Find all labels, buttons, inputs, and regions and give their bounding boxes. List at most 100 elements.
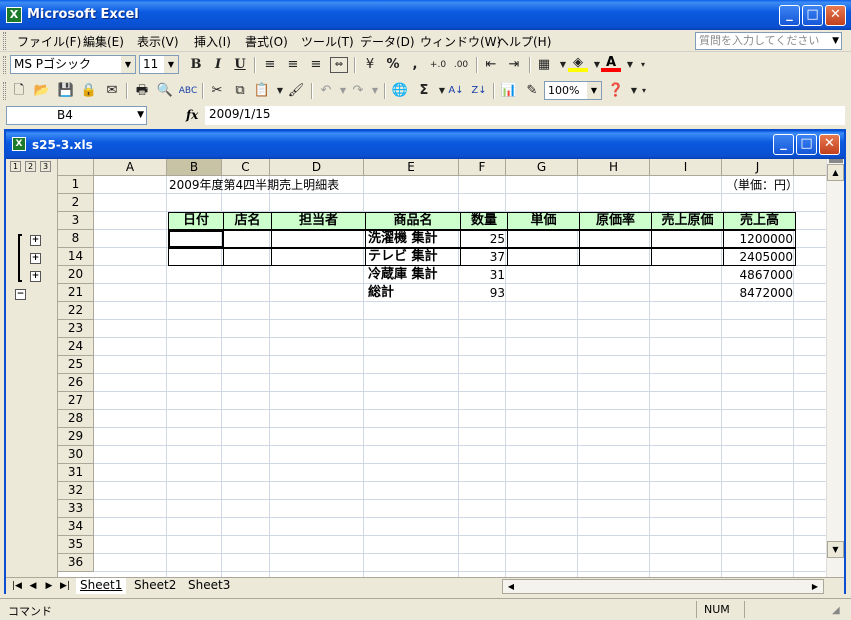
resize-grip-icon[interactable]: ◢ <box>832 605 840 616</box>
menu-view[interactable]: 表示(V) <box>134 33 182 50</box>
column-header-extra[interactable] <box>794 159 826 176</box>
column-header-c[interactable]: C <box>222 159 270 176</box>
table-cell[interactable] <box>579 230 652 248</box>
header-store[interactable]: 店名 <box>223 212 272 230</box>
summary-sales-fridge[interactable]: 4867000 <box>724 266 795 284</box>
menu-file[interactable]: ファイル(F) <box>14 33 84 50</box>
table-cell[interactable] <box>223 248 272 266</box>
drawing-icon[interactable]: ✎ <box>522 82 542 100</box>
scroll-left-icon[interactable]: ◀ <box>505 580 517 593</box>
font-color-button[interactable]: A <box>601 56 621 72</box>
summary-sales-total[interactable]: 8472000 <box>724 284 795 302</box>
align-left-icon[interactable]: ≡ <box>260 56 280 74</box>
workbook-restore-button[interactable]: □ <box>796 134 817 155</box>
save-icon[interactable]: 💾 <box>56 82 76 100</box>
expand-icon[interactable]: + <box>30 271 41 282</box>
sort-ascending-icon[interactable]: A↓ <box>446 82 466 100</box>
underline-button[interactable]: U <box>230 56 250 74</box>
row-header-31[interactable]: 31 <box>58 464 94 482</box>
sheet-tab-sheet3[interactable]: Sheet3 <box>184 578 234 594</box>
format-painter-icon[interactable]: 🖌 <box>286 82 306 100</box>
menu-data[interactable]: データ(D) <box>357 33 418 50</box>
sheet-tab-sheet2[interactable]: Sheet2 <box>130 578 180 594</box>
close-button[interactable]: ✕ <box>825 5 846 26</box>
menu-format[interactable]: 書式(O) <box>242 33 291 50</box>
copy-icon[interactable]: ⧉ <box>230 82 250 100</box>
row-header-3[interactable]: 3 <box>58 212 94 230</box>
row-header-1[interactable]: 1 <box>58 176 94 194</box>
toolbar-grip[interactable] <box>3 56 6 74</box>
menu-tools[interactable]: ツール(T) <box>298 33 357 50</box>
toolbar-grip[interactable] <box>3 82 6 100</box>
summary-name-fridge[interactable]: 冷蔵庫 集計 <box>366 266 440 284</box>
row-header-2[interactable]: 2 <box>58 194 94 212</box>
row-header-23[interactable]: 23 <box>58 320 94 338</box>
insert-function-button[interactable]: fx <box>186 108 198 122</box>
workbook-icon[interactable]: X <box>12 137 26 151</box>
column-header-a[interactable]: A <box>94 159 167 176</box>
paste-icon[interactable]: 📋 <box>252 82 272 100</box>
merge-center-icon[interactable]: ⇔ <box>330 57 348 73</box>
summary-qty-washer[interactable]: 25 <box>461 230 507 248</box>
minimize-button[interactable]: _ <box>779 5 800 26</box>
formula-input[interactable]: 2009/1/15 <box>205 106 845 125</box>
row-header-21[interactable]: 21 <box>58 284 94 302</box>
scroll-down-icon[interactable]: ▼ <box>827 541 844 558</box>
horizontal-scrollbar[interactable]: ◀ ▶ <box>502 579 824 594</box>
column-header-i[interactable]: I <box>650 159 722 176</box>
row-header-25[interactable]: 25 <box>58 356 94 374</box>
workbook-minimize-button[interactable]: _ <box>773 134 794 155</box>
permission-icon[interactable]: 🔒 <box>79 82 99 100</box>
table-cell[interactable] <box>168 248 224 266</box>
font-size-select[interactable]: 11 ▼ <box>139 55 179 74</box>
report-title-cell[interactable]: 2009年度第4四半期売上明細表 <box>167 176 341 194</box>
active-cell-b4[interactable] <box>168 230 224 248</box>
align-right-icon[interactable]: ≡ <box>306 56 326 74</box>
row-header-22[interactable]: 22 <box>58 302 94 320</box>
unit-note-cell[interactable]: （単価：円） <box>724 176 798 194</box>
scroll-right-icon[interactable]: ▶ <box>809 580 821 593</box>
increase-decimal-icon[interactable]: +.0 <box>428 56 448 74</box>
name-box[interactable]: B4 ▼ <box>6 106 147 125</box>
menu-window[interactable]: ウィンドウ(W) <box>417 33 504 50</box>
chart-wizard-icon[interactable]: 📊 <box>499 82 519 100</box>
workbook-close-button[interactable]: ✕ <box>819 134 840 155</box>
toolbar-options-icon[interactable]: ▾ <box>633 56 653 74</box>
header-product[interactable]: 商品名 <box>365 212 461 230</box>
outline-level-2-button[interactable]: 2 <box>25 161 36 172</box>
row-header-35[interactable]: 35 <box>58 536 94 554</box>
sort-descending-icon[interactable]: Z↓ <box>469 82 489 100</box>
menu-insert[interactable]: 挿入(I) <box>191 33 234 50</box>
table-cell[interactable] <box>579 248 652 266</box>
outline-level-1-button[interactable]: 1 <box>10 161 21 172</box>
help-search-input[interactable]: 質問を入力してください ▼ <box>695 32 842 50</box>
column-header-f[interactable]: F <box>459 159 506 176</box>
outline-level-3-button[interactable]: 3 <box>40 161 51 172</box>
row-header-27[interactable]: 27 <box>58 392 94 410</box>
summary-sales-washer[interactable]: 1200000 <box>724 230 795 248</box>
chevron-down-icon[interactable]: ▼ <box>832 33 839 49</box>
prev-sheet-icon[interactable]: ◀ <box>26 579 40 593</box>
open-folder-icon[interactable]: 📂 <box>32 82 52 100</box>
table-cell[interactable] <box>271 230 366 248</box>
menu-edit[interactable]: 編集(E) <box>80 33 127 50</box>
sheet-tab-sheet1[interactable]: Sheet1 <box>76 578 127 594</box>
column-header-h[interactable]: H <box>578 159 650 176</box>
vertical-scrollbar[interactable]: ▲ ▼ <box>826 159 844 577</box>
header-sales[interactable]: 売上高 <box>723 212 796 230</box>
header-quantity[interactable]: 数量 <box>460 212 508 230</box>
maximize-button[interactable]: □ <box>802 5 823 26</box>
menu-help[interactable]: ヘルプ(H) <box>494 33 554 50</box>
row-header-30[interactable]: 30 <box>58 446 94 464</box>
scroll-track[interactable] <box>827 181 844 541</box>
decrease-decimal-icon[interactable]: .00 <box>451 56 471 74</box>
hyperlink-icon[interactable]: 🌐 <box>390 82 410 100</box>
italic-button[interactable]: I <box>208 56 228 74</box>
toolbar-options-icon[interactable]: ▾ <box>634 82 654 100</box>
summary-qty-fridge[interactable]: 31 <box>461 266 507 284</box>
header-cost-rate[interactable]: 原価率 <box>579 212 652 230</box>
fill-color-icon[interactable]: ◈ <box>568 56 588 72</box>
email-icon[interactable]: ✉ <box>102 82 122 100</box>
autosum-button[interactable]: Σ <box>414 82 434 100</box>
spreadsheet-grid[interactable]: ABCDEFGHIJ 1 2 3 8 14 20 21 22 23 24 25 26 27 28 29 30 3… <box>58 159 826 577</box>
